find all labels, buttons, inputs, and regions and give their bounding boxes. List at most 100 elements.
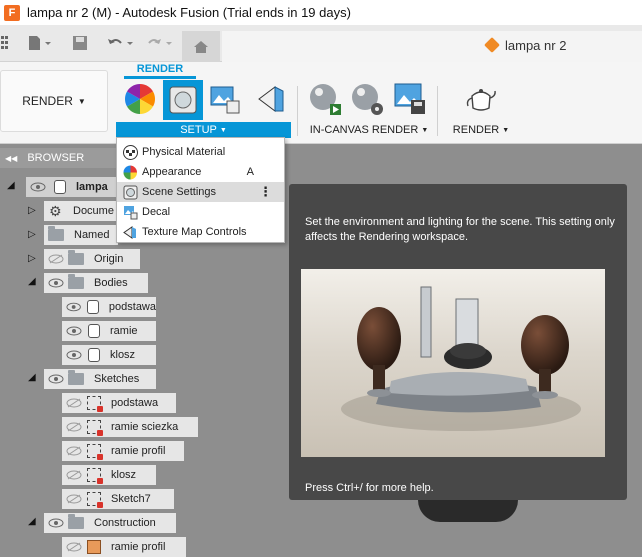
more-options-icon[interactable]: ⋮: [259, 184, 272, 200]
visibility-eye-icon[interactable]: [30, 182, 46, 192]
visibility-eye-icon[interactable]: [66, 302, 81, 312]
chevron-down-icon: ▼: [502, 126, 510, 134]
canvas-model-base[interactable]: [418, 500, 518, 522]
tree-label: ramie: [110, 325, 138, 337]
folder-icon: [68, 514, 84, 529]
redo-icon[interactable]: [143, 31, 175, 55]
tree-row-sketch[interactable]: ramie sciezka: [62, 417, 198, 437]
tooltip-help-text: Press Ctrl+/ for more help.: [305, 482, 434, 494]
tree-row-origin[interactable]: Origin: [44, 249, 140, 269]
browser-title: BROWSER: [27, 152, 85, 164]
home-tab[interactable]: [182, 31, 220, 62]
menu-item-label: Decal: [142, 206, 171, 218]
hidden-eye-icon[interactable]: [66, 494, 82, 504]
expand-triangle-icon[interactable]: ▷: [28, 205, 36, 216]
body-icon: [87, 300, 99, 314]
render-teapot-icon[interactable]: [464, 82, 498, 116]
workspace-switcher[interactable]: RENDER ▼: [0, 70, 108, 132]
menu-item-decal[interactable]: Decal: [117, 202, 284, 222]
collapse-arrow-icon[interactable]: ◀◀: [5, 154, 17, 163]
tree-row-sketches[interactable]: Sketches: [44, 369, 156, 389]
decal-icon: [122, 204, 138, 220]
visibility-eye-icon[interactable]: [66, 350, 82, 360]
in-canvas-render-settings-icon[interactable]: [350, 82, 384, 116]
chevron-down-icon: ▼: [77, 96, 86, 106]
file-menu-icon[interactable]: [24, 31, 54, 55]
collapse-triangle-icon[interactable]: ◢: [7, 180, 15, 191]
tree-row-construction-plane[interactable]: ramie profil: [62, 537, 186, 557]
body-icon: [88, 324, 100, 338]
tree-label: Docume: [73, 205, 114, 217]
window-title: lampa nr 2 (M) - Autodesk Fusion (Trial …: [27, 5, 351, 20]
hidden-eye-icon[interactable]: [48, 254, 64, 264]
menu-item-appearance[interactable]: Appearance A: [117, 162, 284, 182]
component-icon: [54, 180, 66, 194]
in-canvas-render-group-label: IN-CANVAS RENDER: [309, 124, 419, 136]
tree-row-body[interactable]: podstawa: [62, 297, 156, 317]
expand-triangle-icon[interactable]: ▷: [28, 253, 36, 264]
hidden-eye-icon[interactable]: [66, 542, 82, 552]
in-canvas-render-group-button[interactable]: IN-CANVAS RENDER ▼: [308, 122, 430, 138]
collapse-triangle-icon[interactable]: ◢: [28, 372, 36, 383]
sketch-icon: [87, 492, 103, 508]
hidden-eye-icon[interactable]: [66, 422, 82, 432]
document-tab[interactable]: lampa nr 2: [222, 31, 642, 62]
tree-row-sketch[interactable]: podstawa: [62, 393, 176, 413]
appearance-color-wheel-icon[interactable]: [123, 82, 157, 116]
tree-row-document-settings[interactable]: ⚙ Docume: [44, 201, 118, 221]
capture-image-icon[interactable]: [393, 82, 427, 116]
tree-label: ramie profil: [111, 445, 166, 457]
in-canvas-render-icon[interactable]: [308, 82, 342, 116]
physical-material-icon: [122, 144, 138, 160]
menu-item-label: Appearance: [142, 166, 202, 178]
tab-render[interactable]: RENDER: [124, 63, 196, 75]
tree-row-named-views[interactable]: Named: [44, 225, 118, 245]
expand-triangle-icon[interactable]: ▷: [28, 229, 36, 240]
tree-label: podstawa: [111, 397, 159, 409]
menu-item-physical-material[interactable]: Physical Material: [117, 142, 284, 162]
menu-item-scene-settings[interactable]: Scene Settings ⋮: [117, 182, 284, 202]
folder-icon: [68, 250, 84, 265]
save-icon[interactable]: [70, 31, 90, 55]
sketch-icon: [87, 420, 103, 436]
tree-label: podstawa: [108, 301, 156, 313]
construction-plane-icon: [87, 540, 101, 554]
tree-label: Sketch7: [111, 493, 151, 505]
texture-map-controls-icon[interactable]: [254, 82, 288, 116]
tree-row-body[interactable]: klosz: [62, 345, 156, 365]
tree-row-bodies[interactable]: Bodies: [44, 273, 148, 293]
document-tab-label: lampa nr 2: [505, 38, 567, 53]
tree-row-sketch[interactable]: klosz: [62, 465, 156, 485]
menu-item-texture-map-controls[interactable]: Texture Map Controls: [117, 222, 284, 242]
setup-group-button[interactable]: SETUP ▼: [116, 122, 291, 138]
undo-icon[interactable]: [104, 31, 136, 55]
gear-icon: ⚙: [49, 203, 62, 219]
appearance-icon: [122, 164, 138, 180]
visibility-eye-icon[interactable]: [48, 374, 64, 384]
root-label: lampa: [76, 181, 108, 193]
tree-row-construction[interactable]: Construction: [44, 513, 176, 533]
collapse-triangle-icon[interactable]: ◢: [28, 276, 36, 287]
scene-settings-tool[interactable]: [163, 80, 203, 120]
group-separator: [437, 86, 438, 136]
home-icon: [194, 40, 208, 53]
hidden-eye-icon[interactable]: [66, 398, 82, 408]
tree-row-sketch[interactable]: Sketch7: [62, 489, 174, 509]
grid-menu-icon[interactable]: [0, 31, 14, 55]
folder-icon: [68, 274, 84, 289]
tree-row-sketch[interactable]: ramie profil: [62, 441, 184, 461]
render-group-button[interactable]: RENDER ▼: [450, 122, 512, 138]
scene-settings-icon: [122, 184, 138, 200]
hidden-eye-icon[interactable]: [66, 470, 82, 480]
tree-row-body[interactable]: ramie: [62, 321, 156, 341]
hidden-eye-icon[interactable]: [66, 446, 82, 456]
folder-icon: [48, 226, 64, 241]
workspace-label: RENDER: [22, 94, 73, 108]
visibility-eye-icon[interactable]: [48, 518, 64, 528]
visibility-eye-icon[interactable]: [66, 326, 82, 336]
visibility-eye-icon[interactable]: [48, 278, 64, 288]
decal-icon[interactable]: [208, 82, 242, 116]
collapse-triangle-icon[interactable]: ◢: [28, 516, 36, 527]
ribbon: RENDER ▼ RENDER SETUP ▼ IN-CANVAS RENDER…: [0, 62, 642, 144]
fusion-app-icon: F: [4, 4, 20, 21]
